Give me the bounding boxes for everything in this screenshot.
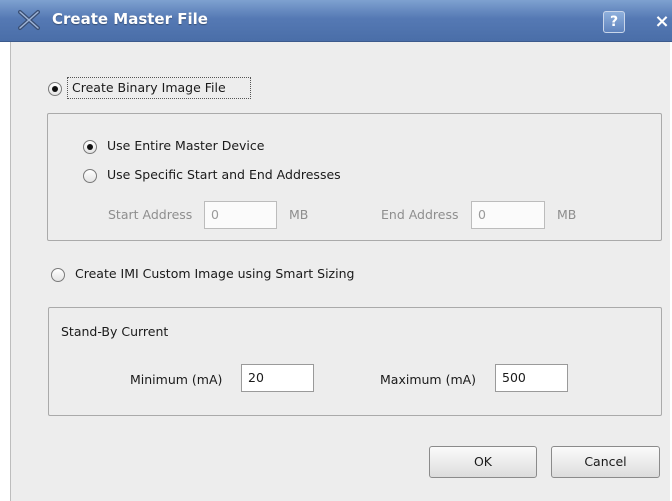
imi-custom-image-label[interactable]: Create IMI Custom Image using Smart Sizi… (75, 266, 354, 281)
dialog-body: Create Binary Image File Use Entire Mast… (10, 42, 670, 501)
end-address-unit: MB (557, 207, 577, 222)
window-title: Create Master File (52, 10, 208, 28)
minimum-label: Minimum (mA) (130, 372, 223, 387)
start-address-input[interactable]: 0 (204, 201, 277, 229)
standby-current-group: Stand-By Current Minimum (mA) 20 Maximum… (48, 307, 662, 416)
binary-options-group: Use Entire Master Device Use Specific St… (47, 113, 662, 241)
title-bar: Create Master File ? × (0, 0, 672, 42)
cancel-button[interactable]: Cancel (551, 446, 660, 478)
standby-current-title: Stand-By Current (61, 324, 169, 339)
start-address-label: Start Address (108, 207, 193, 222)
ok-button[interactable]: OK (429, 446, 537, 478)
entire-device-label[interactable]: Use Entire Master Device (107, 138, 264, 153)
help-button[interactable]: ? (603, 11, 625, 33)
specific-addresses-label[interactable]: Use Specific Start and End Addresses (107, 167, 341, 182)
app-logo-icon (18, 10, 40, 30)
minimum-input[interactable]: 20 (241, 364, 314, 392)
maximum-label: Maximum (mA) (380, 372, 477, 387)
imi-custom-image-radio[interactable] (51, 268, 65, 282)
binary-image-label[interactable]: Create Binary Image File (72, 80, 226, 95)
start-address-unit: MB (289, 207, 309, 222)
specific-addresses-radio[interactable] (83, 169, 97, 183)
binary-image-radio[interactable] (48, 82, 62, 96)
end-address-label: End Address (381, 207, 459, 222)
entire-device-radio[interactable] (83, 140, 97, 154)
maximum-input[interactable]: 500 (495, 364, 568, 392)
end-address-input[interactable]: 0 (471, 201, 545, 229)
close-button[interactable]: × (650, 11, 672, 33)
